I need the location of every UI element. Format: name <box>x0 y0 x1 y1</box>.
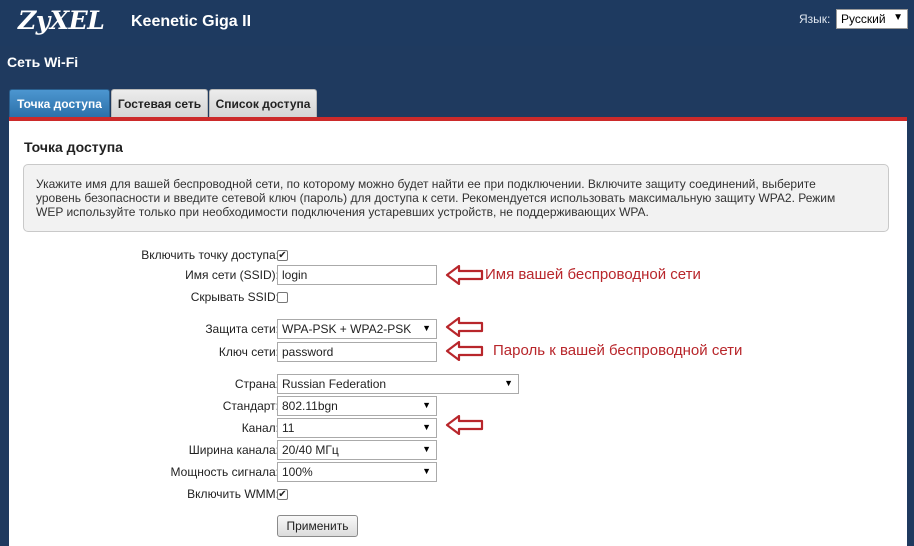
info-line: WEP используйте только при необходимости… <box>36 205 649 219</box>
check-icon: ✔ <box>278 250 287 261</box>
key-annotation: Пароль к вашей беспроводной сети <box>493 342 743 359</box>
wmm-label: Включить WMM: <box>187 487 279 501</box>
enable-ap-label: Включить точку доступа: <box>141 248 279 262</box>
signal-power-value: 100% <box>282 465 313 479</box>
country-select[interactable]: Russian Federation ▼ <box>277 374 519 394</box>
chevron-down-icon: ▼ <box>422 466 431 476</box>
red-arrow-icon <box>445 265 484 285</box>
ssid-input[interactable]: login <box>277 265 437 285</box>
ssid-annotation: Имя вашей беспроводной сети <box>485 266 701 283</box>
chevron-down-icon: ▼ <box>422 323 431 333</box>
channel-width-select[interactable]: 20/40 МГц ▼ <box>277 440 437 460</box>
info-line: Укажите имя для вашей беспроводной сети,… <box>36 177 816 191</box>
hide-ssid-label: Скрывать SSID: <box>190 290 279 304</box>
key-label: Ключ сети: <box>218 345 279 359</box>
apply-button[interactable]: Применить <box>277 515 358 537</box>
tab-guest-network[interactable]: Гостевая сеть <box>111 89 208 118</box>
red-arrow-icon <box>445 341 484 361</box>
wmm-row: Включить WMM: ✔ <box>9 484 907 504</box>
country-row: Страна: Russian Federation ▼ <box>9 374 907 394</box>
country-label: Страна: <box>234 377 279 391</box>
signal-power-row: Мощность сигнала: 100% ▼ <box>9 462 907 482</box>
signal-power-label: Мощность сигнала: <box>170 465 279 479</box>
signal-power-select[interactable]: 100% ▼ <box>277 462 437 482</box>
language-label: Язык: <box>799 12 831 26</box>
red-arrow-icon <box>445 317 484 337</box>
content-panel: Точка доступа Укажите имя для вашей бесп… <box>9 121 907 546</box>
hide-ssid-checkbox[interactable] <box>277 292 288 303</box>
enable-ap-checkbox[interactable]: ✔ <box>277 250 288 261</box>
channel-label: Канал: <box>241 421 279 435</box>
tab-access-point[interactable]: Точка доступа <box>9 89 110 118</box>
channel-value: 11 <box>282 421 295 435</box>
info-box: Укажите имя для вашей беспроводной сети,… <box>23 164 889 232</box>
standard-row: Стандарт: 802.11bgn ▼ <box>9 396 907 416</box>
ssid-label: Имя сети (SSID): <box>185 268 279 282</box>
red-arrow-icon <box>445 415 484 435</box>
enable-ap-row: Включить точку доступа: ✔ <box>9 245 907 265</box>
zyxel-logo: ZyXEL <box>18 6 105 35</box>
channel-width-value: 20/40 МГц <box>282 443 339 457</box>
channel-width-label: Ширина канала: <box>188 443 279 457</box>
info-line: уровень безопасности и введите сетевой к… <box>36 191 836 205</box>
channel-width-row: Ширина канала: 20/40 МГц ▼ <box>9 440 907 460</box>
security-value: WPA-PSK + WPA2-PSK <box>282 322 412 336</box>
wmm-checkbox[interactable]: ✔ <box>277 489 288 500</box>
standard-select[interactable]: 802.11bgn ▼ <box>277 396 437 416</box>
chevron-down-icon: ▼ <box>422 400 431 410</box>
tab-access-list[interactable]: Список доступа <box>209 89 317 118</box>
security-select[interactable]: WPA-PSK + WPA2-PSK ▼ <box>277 319 437 339</box>
check-icon: ✔ <box>278 489 287 500</box>
device-model: Keenetic Giga II <box>131 13 252 30</box>
page-title: Сеть Wi-Fi <box>7 54 79 70</box>
top-header: ZyXEL Keenetic Giga II Язык: Русский ▼ <box>0 0 914 46</box>
section-title: Точка доступа <box>24 139 123 155</box>
standard-label: Стандарт: <box>222 399 279 413</box>
country-value: Russian Federation <box>282 377 387 391</box>
chevron-down-icon: ▼ <box>422 422 431 432</box>
channel-select[interactable]: 11 ▼ <box>277 418 437 438</box>
security-label: Защита сети: <box>205 322 279 336</box>
hide-ssid-row: Скрывать SSID: <box>9 287 907 307</box>
standard-value: 802.11bgn <box>282 399 338 413</box>
chevron-down-icon: ▼ <box>504 378 513 388</box>
language-select[interactable]: Русский ▼ <box>836 9 908 29</box>
language-value: Русский <box>841 12 886 26</box>
key-input[interactable]: password <box>277 342 437 362</box>
chevron-down-icon: ▼ <box>422 444 431 454</box>
chevron-down-icon: ▼ <box>893 12 903 23</box>
